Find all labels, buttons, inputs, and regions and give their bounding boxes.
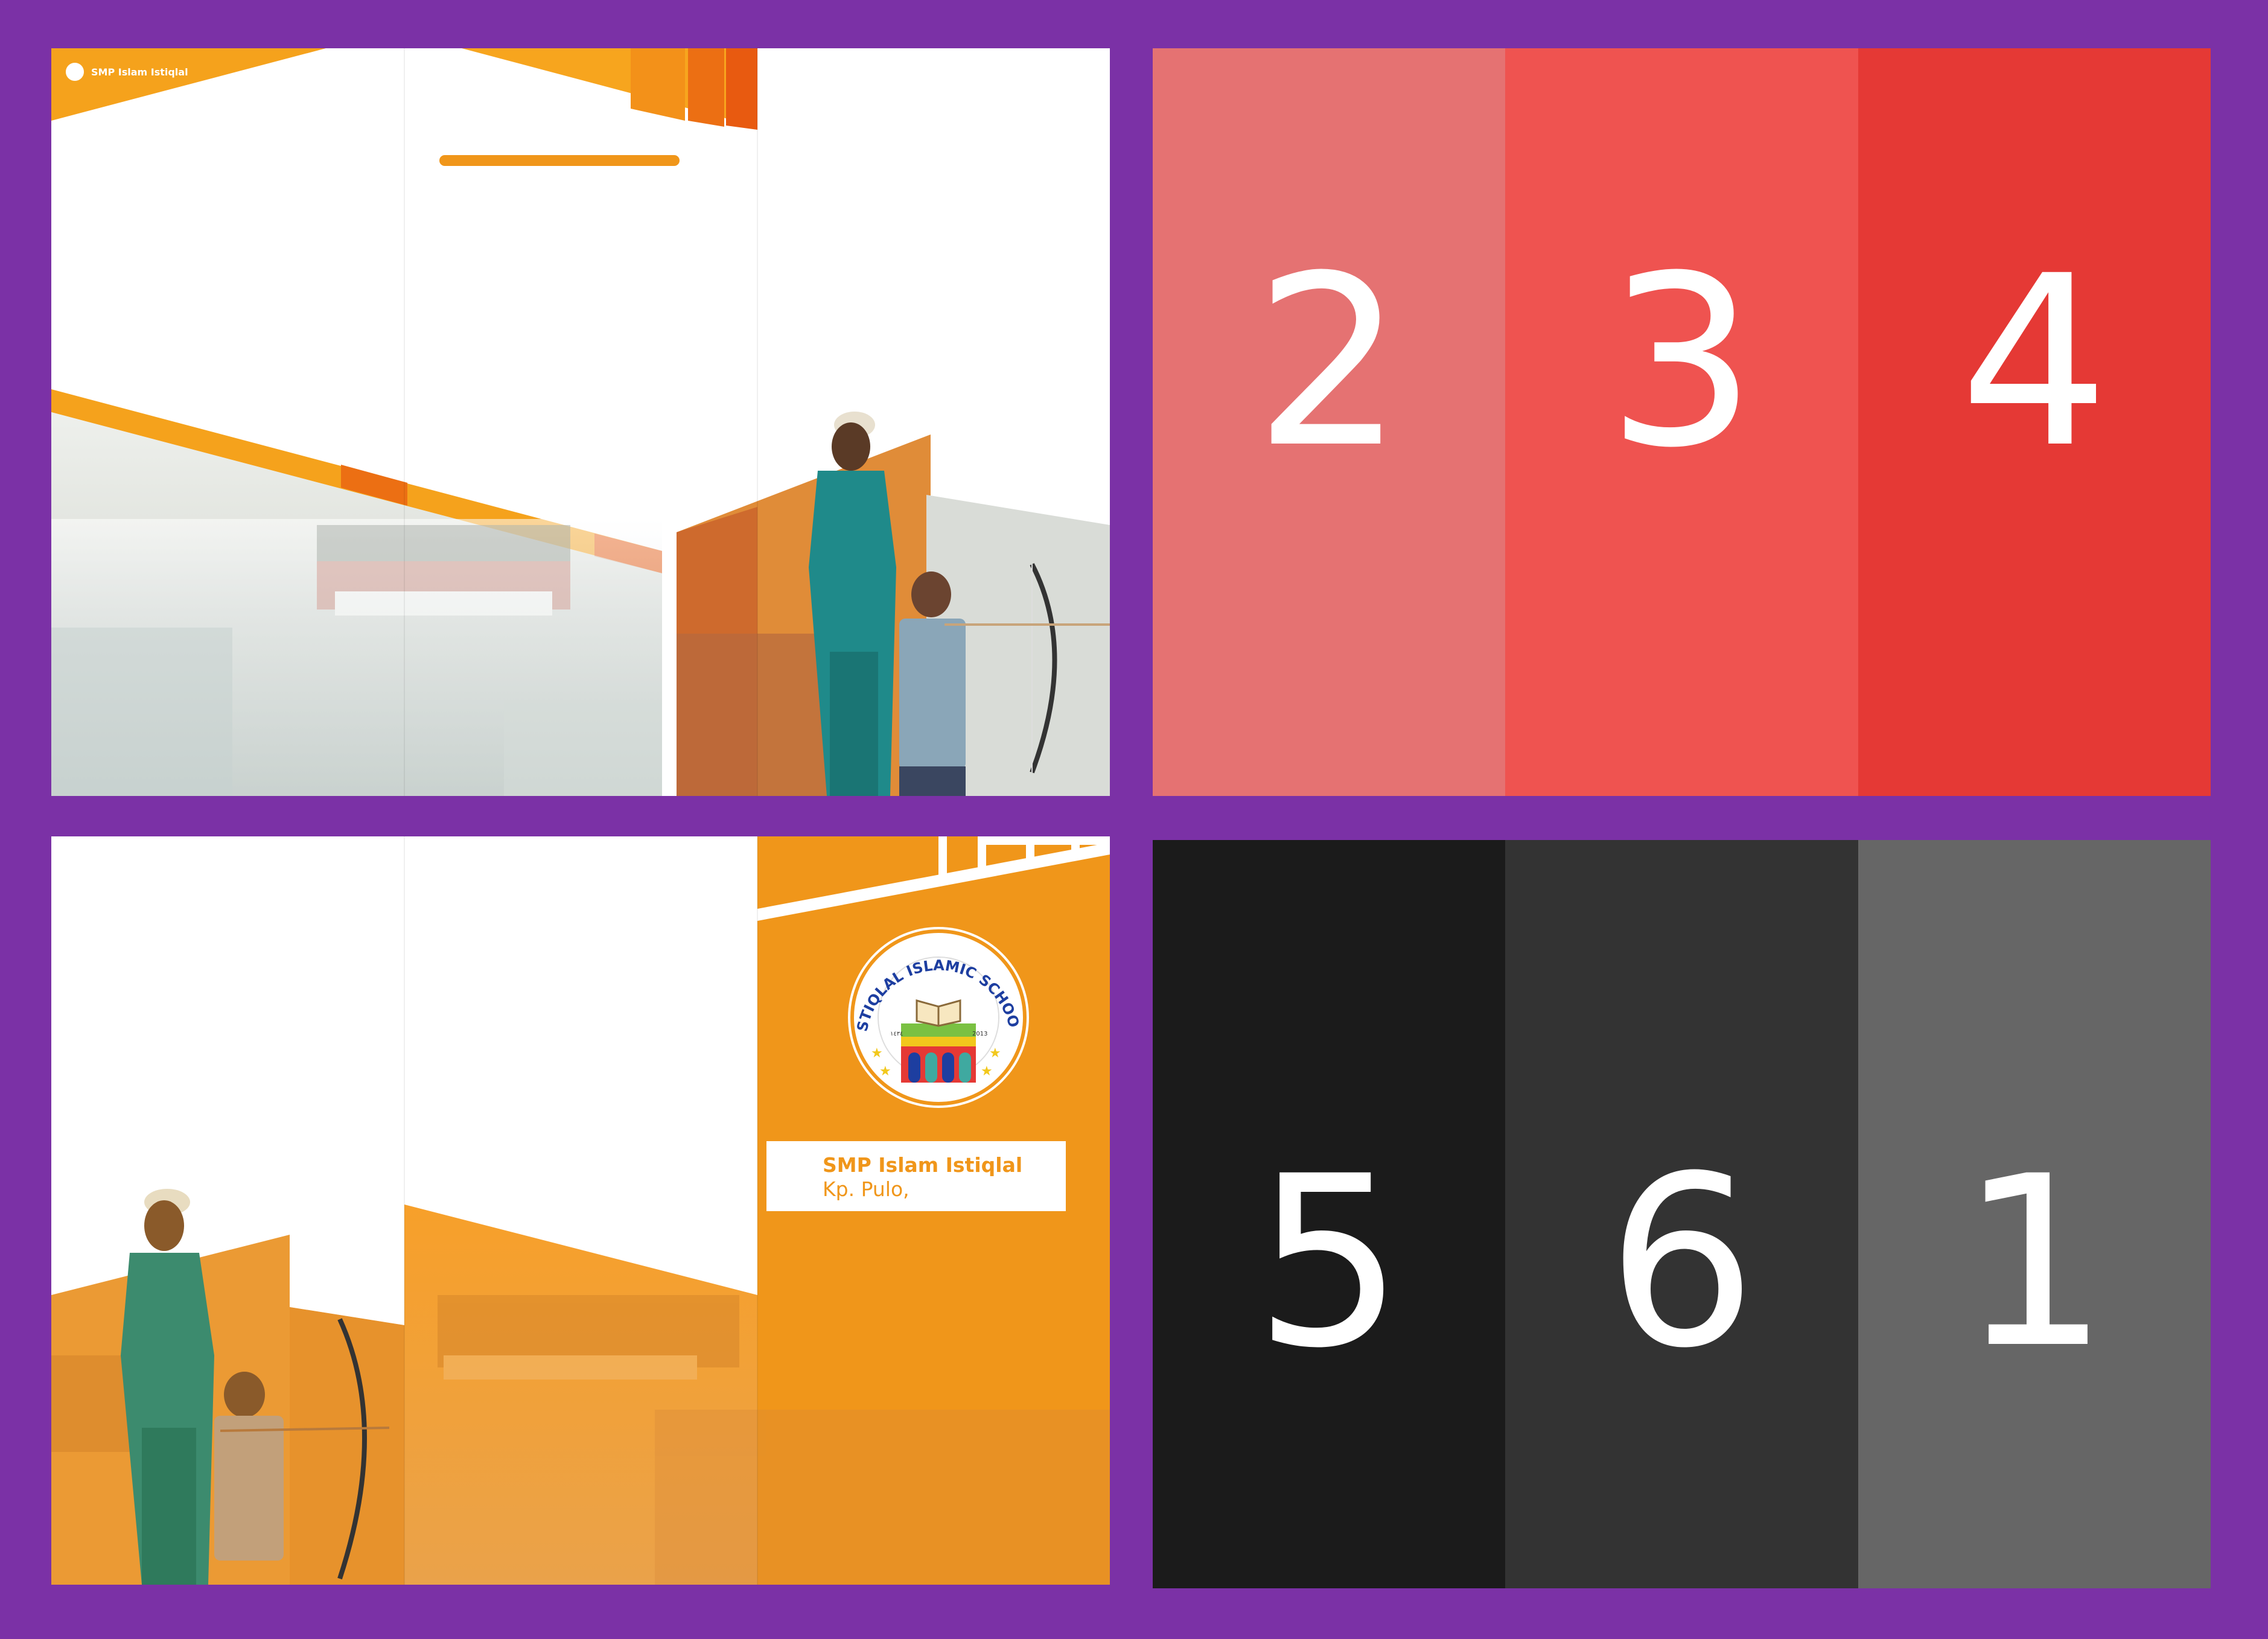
svg-text:ISTIQLAL ISLAMIC SCHOOL: ISTIQLAL ISLAMIC SCHOOL xyxy=(853,957,1022,1033)
emblem-year: 2013 xyxy=(972,1031,987,1037)
panel-number: 2 xyxy=(1153,48,1506,796)
brochure-outside-spread: SMP Islam Istiqlal xyxy=(51,48,1110,796)
school-name: SMP Islam Istiqlal xyxy=(823,1153,1023,1177)
panel-order-top: 2 3 4 xyxy=(1153,48,2211,796)
school-info-card: SMP Islam Istiqlal Kp. Pulo, xyxy=(766,1141,1066,1211)
school-address: Kp. Pulo, xyxy=(823,1177,909,1201)
panel-number: 3 xyxy=(1505,48,1858,796)
panel-order-bottom: 5 6 1 xyxy=(1153,840,2211,1588)
emblem-ring-text: ISTIQLAL ISLAMIC SCHOOL xyxy=(853,957,1022,1033)
panel-number: 1 xyxy=(1858,840,2211,1588)
panel-number: 4 xyxy=(1858,48,2211,796)
brand-name: SMP Islam Istiqlal xyxy=(91,66,188,78)
panel-number: 6 xyxy=(1505,840,1858,1588)
brochure-inside-spread: ★ ★ ★ ★ ISTIQLAL ISLAMIC SCHOOL ١٤٣٤ 201… xyxy=(51,836,1110,1585)
emblem-arabic-year: ١٤٣٤ xyxy=(890,1031,903,1037)
brand-header: SMP Islam Istiqlal xyxy=(65,62,188,82)
emblem-text: ISTIQLAL ISLAMIC SCHOOL ١٤٣٤ 2013 xyxy=(853,957,1022,1037)
outside-spread-artwork xyxy=(51,48,1110,796)
school-logo-icon xyxy=(65,62,85,82)
panel-number: 5 xyxy=(1153,840,1506,1588)
